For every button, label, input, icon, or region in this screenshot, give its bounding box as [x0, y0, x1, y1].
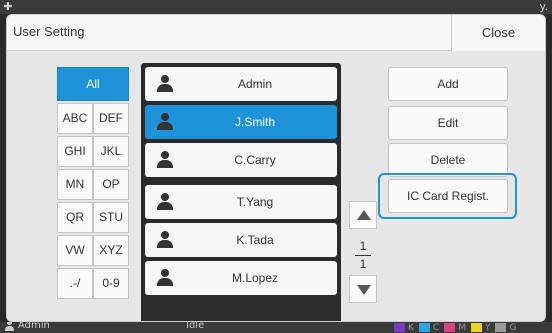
user-name: T.Yang — [236, 195, 274, 209]
ic-card-register-button[interactable]: IC Card Regist. — [388, 179, 508, 213]
page-down-button[interactable] — [349, 275, 377, 303]
filter-qr-button[interactable]: QR — [57, 202, 93, 233]
ink-chip-k — [394, 323, 405, 332]
filter-ghi-button[interactable]: GHI — [57, 136, 93, 167]
user-name: Admin — [237, 77, 272, 91]
user-name: C.Carry — [234, 153, 276, 167]
page-divider — [355, 255, 371, 256]
ink-label-y: Y — [484, 322, 491, 333]
user-setting-dialog: User Setting Close All ABC DEF GHI JKL M… — [6, 14, 546, 322]
page-total: 1 — [359, 257, 367, 271]
ink-label-m: M — [458, 322, 466, 333]
user-icon — [4, 322, 15, 331]
user-icon — [157, 151, 173, 169]
filter-mn-button[interactable]: MN — [57, 169, 93, 200]
user-row-mlopez[interactable]: M.Lopez — [145, 261, 337, 295]
user-icon — [157, 113, 173, 131]
ink-label-g: G — [509, 322, 517, 333]
status-user: Admin — [4, 322, 50, 331]
user-row-admin[interactable]: Admin — [145, 67, 337, 101]
page-up-button[interactable] — [349, 201, 377, 229]
user-name: J.Smith — [234, 115, 275, 129]
filter-vw-button[interactable]: VW — [57, 235, 93, 266]
ink-chip-m — [444, 323, 456, 332]
user-icon — [157, 269, 173, 287]
user-list: Admin J.Smith C.Carry T.Yang K.Tada M.Lo… — [141, 63, 341, 321]
filter-symbols-button[interactable]: .-/ — [57, 268, 93, 299]
status-state: Idle — [186, 322, 205, 331]
user-row-jsmith[interactable]: J.Smith — [145, 105, 337, 139]
ink-levels: K C M Y G — [394, 322, 518, 333]
filter-stu-button[interactable]: STU — [93, 202, 129, 233]
background-title-fragment: y. — [539, 0, 548, 13]
user-row-tyang[interactable]: T.Yang — [145, 185, 337, 219]
filter-def-button[interactable]: DEF — [93, 103, 129, 134]
close-button[interactable]: Close — [451, 15, 545, 51]
page-current: 1 — [359, 239, 367, 253]
user-icon — [157, 231, 173, 249]
ink-chip-c — [418, 323, 430, 332]
edit-button[interactable]: Edit — [388, 106, 508, 140]
add-button[interactable]: Add — [388, 67, 508, 101]
filter-all-button[interactable]: All — [57, 67, 129, 101]
ink-chip-g — [495, 323, 507, 332]
user-icon — [157, 193, 173, 211]
status-bar: Admin Idle K C M Y G — [0, 322, 552, 333]
filter-xyz-button[interactable]: XYZ — [93, 235, 129, 266]
user-name: M.Lopez — [231, 271, 279, 285]
delete-button[interactable]: Delete — [388, 143, 508, 177]
ink-label-c: C — [432, 322, 440, 333]
user-row-ktada[interactable]: K.Tada — [145, 223, 337, 257]
dialog-title: User Setting — [13, 24, 85, 39]
user-name: K.Tada — [236, 233, 274, 247]
background-top-bar: ✚ y. — [0, 0, 552, 14]
filter-abc-button[interactable]: ABC — [57, 103, 93, 134]
filter-jkl-button[interactable]: JKL — [93, 136, 129, 167]
user-row-ccarry[interactable]: C.Carry — [145, 143, 337, 177]
ink-chip-y — [470, 323, 482, 332]
filter-digits-button[interactable]: 0-9 — [93, 268, 129, 299]
dialog-titlebar: User Setting Close — [7, 15, 545, 51]
status-user-name: Admin — [18, 322, 50, 331]
filter-op-button[interactable]: OP — [93, 169, 129, 200]
user-icon — [157, 75, 173, 93]
ink-label-k: K — [408, 322, 414, 333]
background-menu-icon: ✚ — [3, 0, 13, 13]
